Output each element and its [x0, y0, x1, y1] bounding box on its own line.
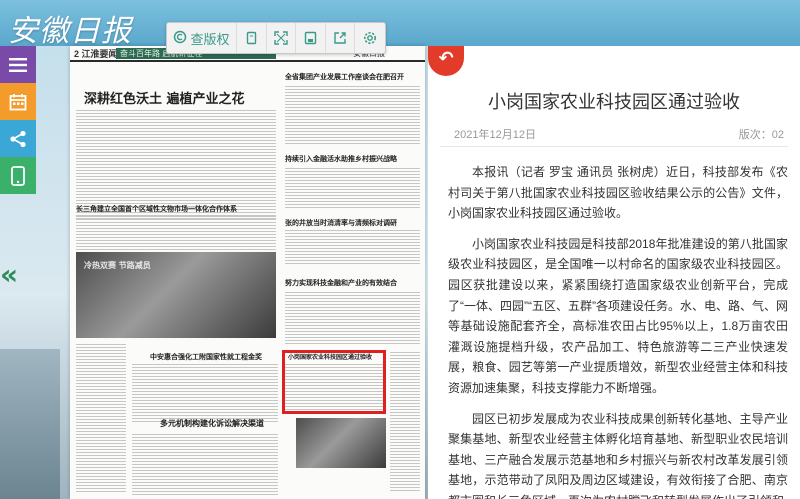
menu-icon: [9, 57, 27, 72]
headline-4[interactable]: 长三角建立全国首个区域性文物市场一体化合作体系: [76, 204, 237, 214]
city-skyline-decoration: [0, 349, 60, 499]
headline-5[interactable]: 张的井放当时消清率与清频标对调研: [285, 218, 397, 228]
article-text-block: [76, 344, 126, 494]
article-text-block: [285, 86, 420, 146]
news-photo: [296, 418, 386, 468]
headline-8[interactable]: 中安惠合强化工附国家性就工程金奖: [150, 352, 262, 362]
viewer-toolbar: 查版权: [166, 22, 386, 54]
article-text-block: [285, 292, 420, 344]
copy-icon: [246, 31, 256, 45]
headline-7[interactable]: 冷热双赛 节路减员: [84, 260, 151, 271]
article-text-block: [390, 352, 420, 492]
fullscreen-button[interactable]: [267, 23, 297, 53]
copyright-button-label: 查版权: [190, 31, 230, 47]
export-icon: [334, 32, 346, 44]
copyright-icon: [173, 30, 187, 47]
article-edition: 版次：02: [738, 129, 784, 141]
fullscreen-icon: [274, 31, 288, 45]
headline-2[interactable]: 全省集团产业发展工作座谈会在肥召开: [285, 72, 404, 82]
back-arrow-icon: ↶: [438, 47, 454, 68]
menu-button[interactable]: [0, 46, 36, 83]
calendar-button[interactable]: [0, 83, 36, 120]
article-body: 本报讯（记者 罗宝 通讯员 张树虎）近日，科技部发布《农村司关于第八批国家农业科…: [448, 162, 788, 499]
settings-button[interactable]: [355, 23, 385, 53]
share-button[interactable]: [0, 120, 36, 157]
article-text-block: [132, 364, 278, 422]
calendar-icon: [9, 93, 27, 110]
headline-6[interactable]: 努力实现科技金融和产业的有效结合: [285, 278, 397, 288]
article-panel: ↶ 小岗国家农业科技园区通过验收 2021年12月12日 版次：02 本报讯（记…: [428, 46, 800, 499]
top-banner: 安徽日报: [0, 0, 800, 49]
copyright-button[interactable]: 查版权: [167, 23, 237, 53]
article-text-block: [132, 434, 278, 496]
article-paragraph: 本报讯（记者 罗宝 通讯员 张树虎）近日，科技部发布《农村司关于第八批国家农业科…: [448, 165, 788, 221]
copy-button[interactable]: [237, 23, 267, 53]
headline-1[interactable]: 深耕红色沃土 遍植产业之花: [84, 88, 245, 107]
gear-icon: [364, 32, 377, 44]
chevron-left-double-icon: «: [0, 258, 19, 291]
article-title: 小岗国家农业科技园区通过验收: [488, 92, 740, 112]
article-text-block: [285, 230, 420, 266]
mobile-icon: [11, 165, 25, 186]
save-button[interactable]: [296, 23, 326, 53]
selected-article-highlight[interactable]: [282, 350, 386, 414]
article-paragraph: 园区已初步发展成为农业科技成果创新转化基地、主导产业聚集基地、新型农业经营主体孵…: [448, 411, 788, 499]
back-button[interactable]: ↶: [428, 46, 464, 76]
divider: [440, 146, 788, 147]
page-number: 2 江淮要闻: [74, 47, 118, 60]
newspaper-page[interactable]: 2 江淮要闻 奋斗百年路 启航新征程 安徽日报 深耕红色沃土 遍植产业之花 全省…: [70, 46, 425, 499]
site-logo: 安徽日报: [8, 14, 132, 49]
export-button[interactable]: [326, 23, 356, 53]
section-name: 江淮要闻: [81, 49, 118, 59]
share-icon: [10, 130, 26, 147]
article-text-block: [76, 216, 276, 252]
collapse-button[interactable]: «: [0, 258, 18, 291]
headline-3[interactable]: 持续引入金融活水助推乡村振兴战略: [285, 154, 397, 164]
article-text-block: [285, 168, 420, 210]
headline-10[interactable]: 多元机制构建化诉讼解决渠道: [160, 418, 264, 429]
article-date: 2021年12月12日: [454, 129, 536, 141]
save-icon: [304, 31, 317, 45]
article-paragraph: 小岗国家农业科技园是科技部2018年批准建设的第八批国家级农业科技园区，是全国唯…: [448, 236, 788, 395]
mobile-button[interactable]: [0, 157, 36, 194]
left-sidebar: [0, 46, 36, 194]
page-number-value: 2: [74, 49, 80, 59]
